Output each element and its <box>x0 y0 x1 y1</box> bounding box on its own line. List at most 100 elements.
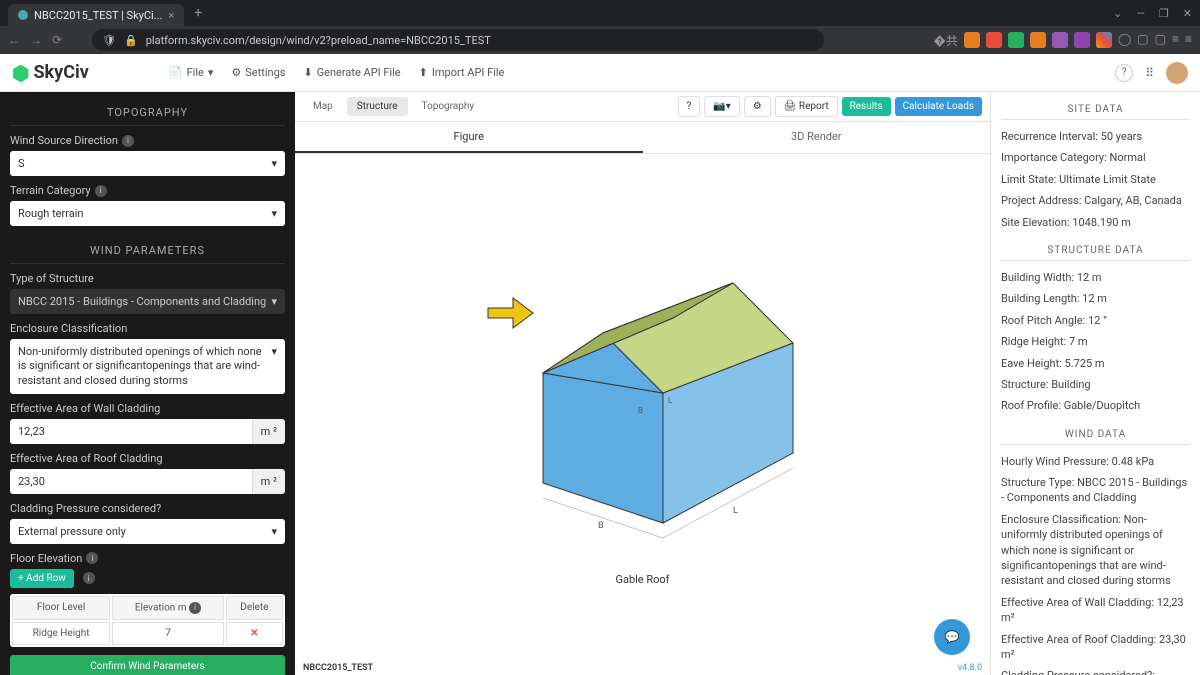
data-item: Roof Pitch Angle: 12 ° <box>1001 310 1190 331</box>
confirm-button[interactable]: Confirm Wind Parameters <box>10 655 285 675</box>
chevron-down-icon: ▾ <box>271 345 277 358</box>
field-label: Enclosure Classification <box>10 322 285 335</box>
results-button[interactable]: Results <box>842 97 891 116</box>
roof-area-input[interactable] <box>10 469 252 494</box>
data-item: Cladding Pressure considered?: External … <box>1001 665 1190 675</box>
section-title: TOPOGRAPHY <box>10 100 285 126</box>
structure-type-dropdown[interactable]: NBCC 2015 - Buildings - Components and C… <box>10 289 285 314</box>
data-item: Roof Profile: Gable/Duopitch <box>1001 395 1190 416</box>
chat-icon[interactable]: 💬 <box>934 619 970 655</box>
table-header: Delete <box>226 596 283 620</box>
ext-icon[interactable] <box>1052 32 1068 48</box>
file-menu[interactable]: 📄 File ▾ <box>169 66 214 79</box>
tab-map[interactable]: Map <box>303 97 343 116</box>
delete-icon[interactable]: ✕ <box>250 628 258 639</box>
enclosure-dropdown[interactable]: Non-uniformly distributed openings of wh… <box>10 339 285 394</box>
ext-icon[interactable] <box>1008 32 1024 48</box>
browser-tab-bar: NBCC2015_TEST | SkyCi... × + ⌄ — ❐ ✕ <box>0 0 1200 26</box>
ext-icon[interactable]: ≡ <box>1172 32 1179 49</box>
avatar[interactable] <box>1166 62 1188 84</box>
camera-button[interactable]: 📷▾ <box>704 96 739 117</box>
info-icon[interactable]: i <box>95 185 107 197</box>
data-item: Limit State: Ultimate Limit State <box>1001 169 1190 190</box>
browser-url-bar: ← → ⟳ 🛡 🔒 platform.skyciv.com/design/win… <box>0 26 1200 54</box>
back-icon[interactable]: ← <box>8 33 20 47</box>
data-item: Building Width: 12 m <box>1001 267 1190 288</box>
chevron-down-icon: ▾ <box>271 295 277 308</box>
url-text: platform.skyciv.com/design/wind/v2?prelo… <box>146 34 491 47</box>
table-row: Ridge Height 7 ✕ <box>12 622 283 645</box>
ext-icon[interactable] <box>964 32 980 48</box>
canvas: B L B L Gable Roof <box>295 154 990 675</box>
chevron-down-icon: ▾ <box>271 525 277 538</box>
data-item: Site Elevation: 1048.190 m <box>1001 212 1190 233</box>
data-item: Ridge Height: 7 m <box>1001 331 1190 352</box>
browser-tab[interactable]: NBCC2015_TEST | SkyCi... × <box>8 4 184 26</box>
info-icon[interactable]: i <box>83 572 95 584</box>
logo[interactable]: ⬢ SkyCiv <box>12 61 89 85</box>
svg-text:L: L <box>733 506 738 516</box>
terrain-dropdown[interactable]: Rough terrain▾ <box>10 201 285 226</box>
forward-icon[interactable]: → <box>30 33 42 47</box>
data-item: Project Address: Calgary, AB, Canada <box>1001 190 1190 211</box>
center-panel: Map Structure Topography ? 📷▾ ⚙ 🖨 Report… <box>295 92 990 675</box>
info-icon[interactable]: i <box>189 602 201 614</box>
ext-icon[interactable] <box>1074 32 1090 48</box>
data-item: Structure Type: NBCC 2015 - Buildings - … <box>1001 472 1190 509</box>
unit-label: m ² <box>252 419 285 444</box>
logo-text: SkyCiv <box>33 62 88 83</box>
close-icon[interactable]: × <box>168 9 174 22</box>
unit-label: m ² <box>252 469 285 494</box>
shield-icon: 🛡 <box>102 34 116 47</box>
info-icon[interactable]: i <box>122 135 134 147</box>
calculate-button[interactable]: Calculate Loads <box>895 97 982 116</box>
extension-icons: �共 ◯ ▢ ▢ ≡ ≡ <box>934 32 1192 49</box>
new-tab-button[interactable]: + <box>194 5 202 21</box>
data-item: Enclosure Classification: Non-uniformly … <box>1001 509 1190 592</box>
right-panel: SITE DATA Recurrence Interval: 50 years … <box>990 92 1200 675</box>
add-row-button[interactable]: + Add Row <box>10 569 74 588</box>
ext-icon[interactable]: ◯ <box>1118 32 1131 49</box>
project-name: NBCC2015_TEST <box>303 663 373 673</box>
tab-title: NBCC2015_TEST | SkyCi... <box>34 9 162 22</box>
ext-icon[interactable] <box>1096 32 1112 48</box>
data-item: Building Length: 12 m <box>1001 288 1190 309</box>
pressure-dropdown[interactable]: External pressure only▾ <box>10 519 285 544</box>
chevron-down-icon[interactable]: ⌄ <box>1113 7 1122 20</box>
generate-api-button[interactable]: ⬇ Generate API File <box>303 66 400 79</box>
ext-icon[interactable] <box>986 32 1002 48</box>
apps-icon[interactable]: ⠿ <box>1145 66 1154 80</box>
maximize-icon[interactable]: ❐ <box>1159 7 1169 20</box>
view-tab-3d[interactable]: 3D Render <box>643 122 991 153</box>
help-icon[interactable]: ? <box>1115 64 1133 82</box>
svg-text:B: B <box>598 521 604 531</box>
menu-icon[interactable]: ≡ <box>1185 32 1192 49</box>
tab-structure[interactable]: Structure <box>347 97 408 116</box>
data-item: Eave Height: 5.725 m <box>1001 353 1190 374</box>
import-api-button[interactable]: ⬆ Import API File <box>419 66 505 79</box>
settings-button[interactable]: ⚙ <box>744 96 771 117</box>
wind-source-dropdown[interactable]: S▾ <box>10 151 285 176</box>
floor-elevation-table: Floor Level Elevation m i Delete Ridge H… <box>10 594 285 647</box>
help-button[interactable]: ? <box>678 96 701 117</box>
tab-topography[interactable]: Topography <box>412 97 485 116</box>
minimize-icon[interactable]: — <box>1136 7 1145 20</box>
field-label: Cladding Pressure considered? <box>10 502 285 515</box>
ext-icon[interactable]: ▢ <box>1155 32 1166 49</box>
share-icon[interactable]: �共 <box>934 32 958 49</box>
ext-icon[interactable]: ▢ <box>1137 32 1148 49</box>
app-header: ⬢ SkyCiv 📄 File ▾ ⚙ Settings ⬇ Generate … <box>0 54 1200 92</box>
report-button[interactable]: 🖨 Report <box>775 96 838 117</box>
settings-menu[interactable]: ⚙ Settings <box>231 66 285 79</box>
ext-icon[interactable] <box>1030 32 1046 48</box>
wall-area-input[interactable] <box>10 419 252 444</box>
reload-icon[interactable]: ⟳ <box>52 33 62 47</box>
url-input[interactable]: 🛡 🔒 platform.skyciv.com/design/wind/v2?p… <box>92 29 823 51</box>
info-icon[interactable]: i <box>86 552 98 564</box>
field-label: Wind Source Directioni <box>10 134 285 147</box>
view-tab-figure[interactable]: Figure <box>295 122 643 153</box>
sidebar: TOPOGRAPHY Wind Source Directioni S▾ Ter… <box>0 92 295 675</box>
close-window-icon[interactable]: ✕ <box>1183 7 1192 20</box>
building-label: Gable Roof <box>615 573 669 586</box>
section-title: WIND DATA <box>1001 425 1190 445</box>
